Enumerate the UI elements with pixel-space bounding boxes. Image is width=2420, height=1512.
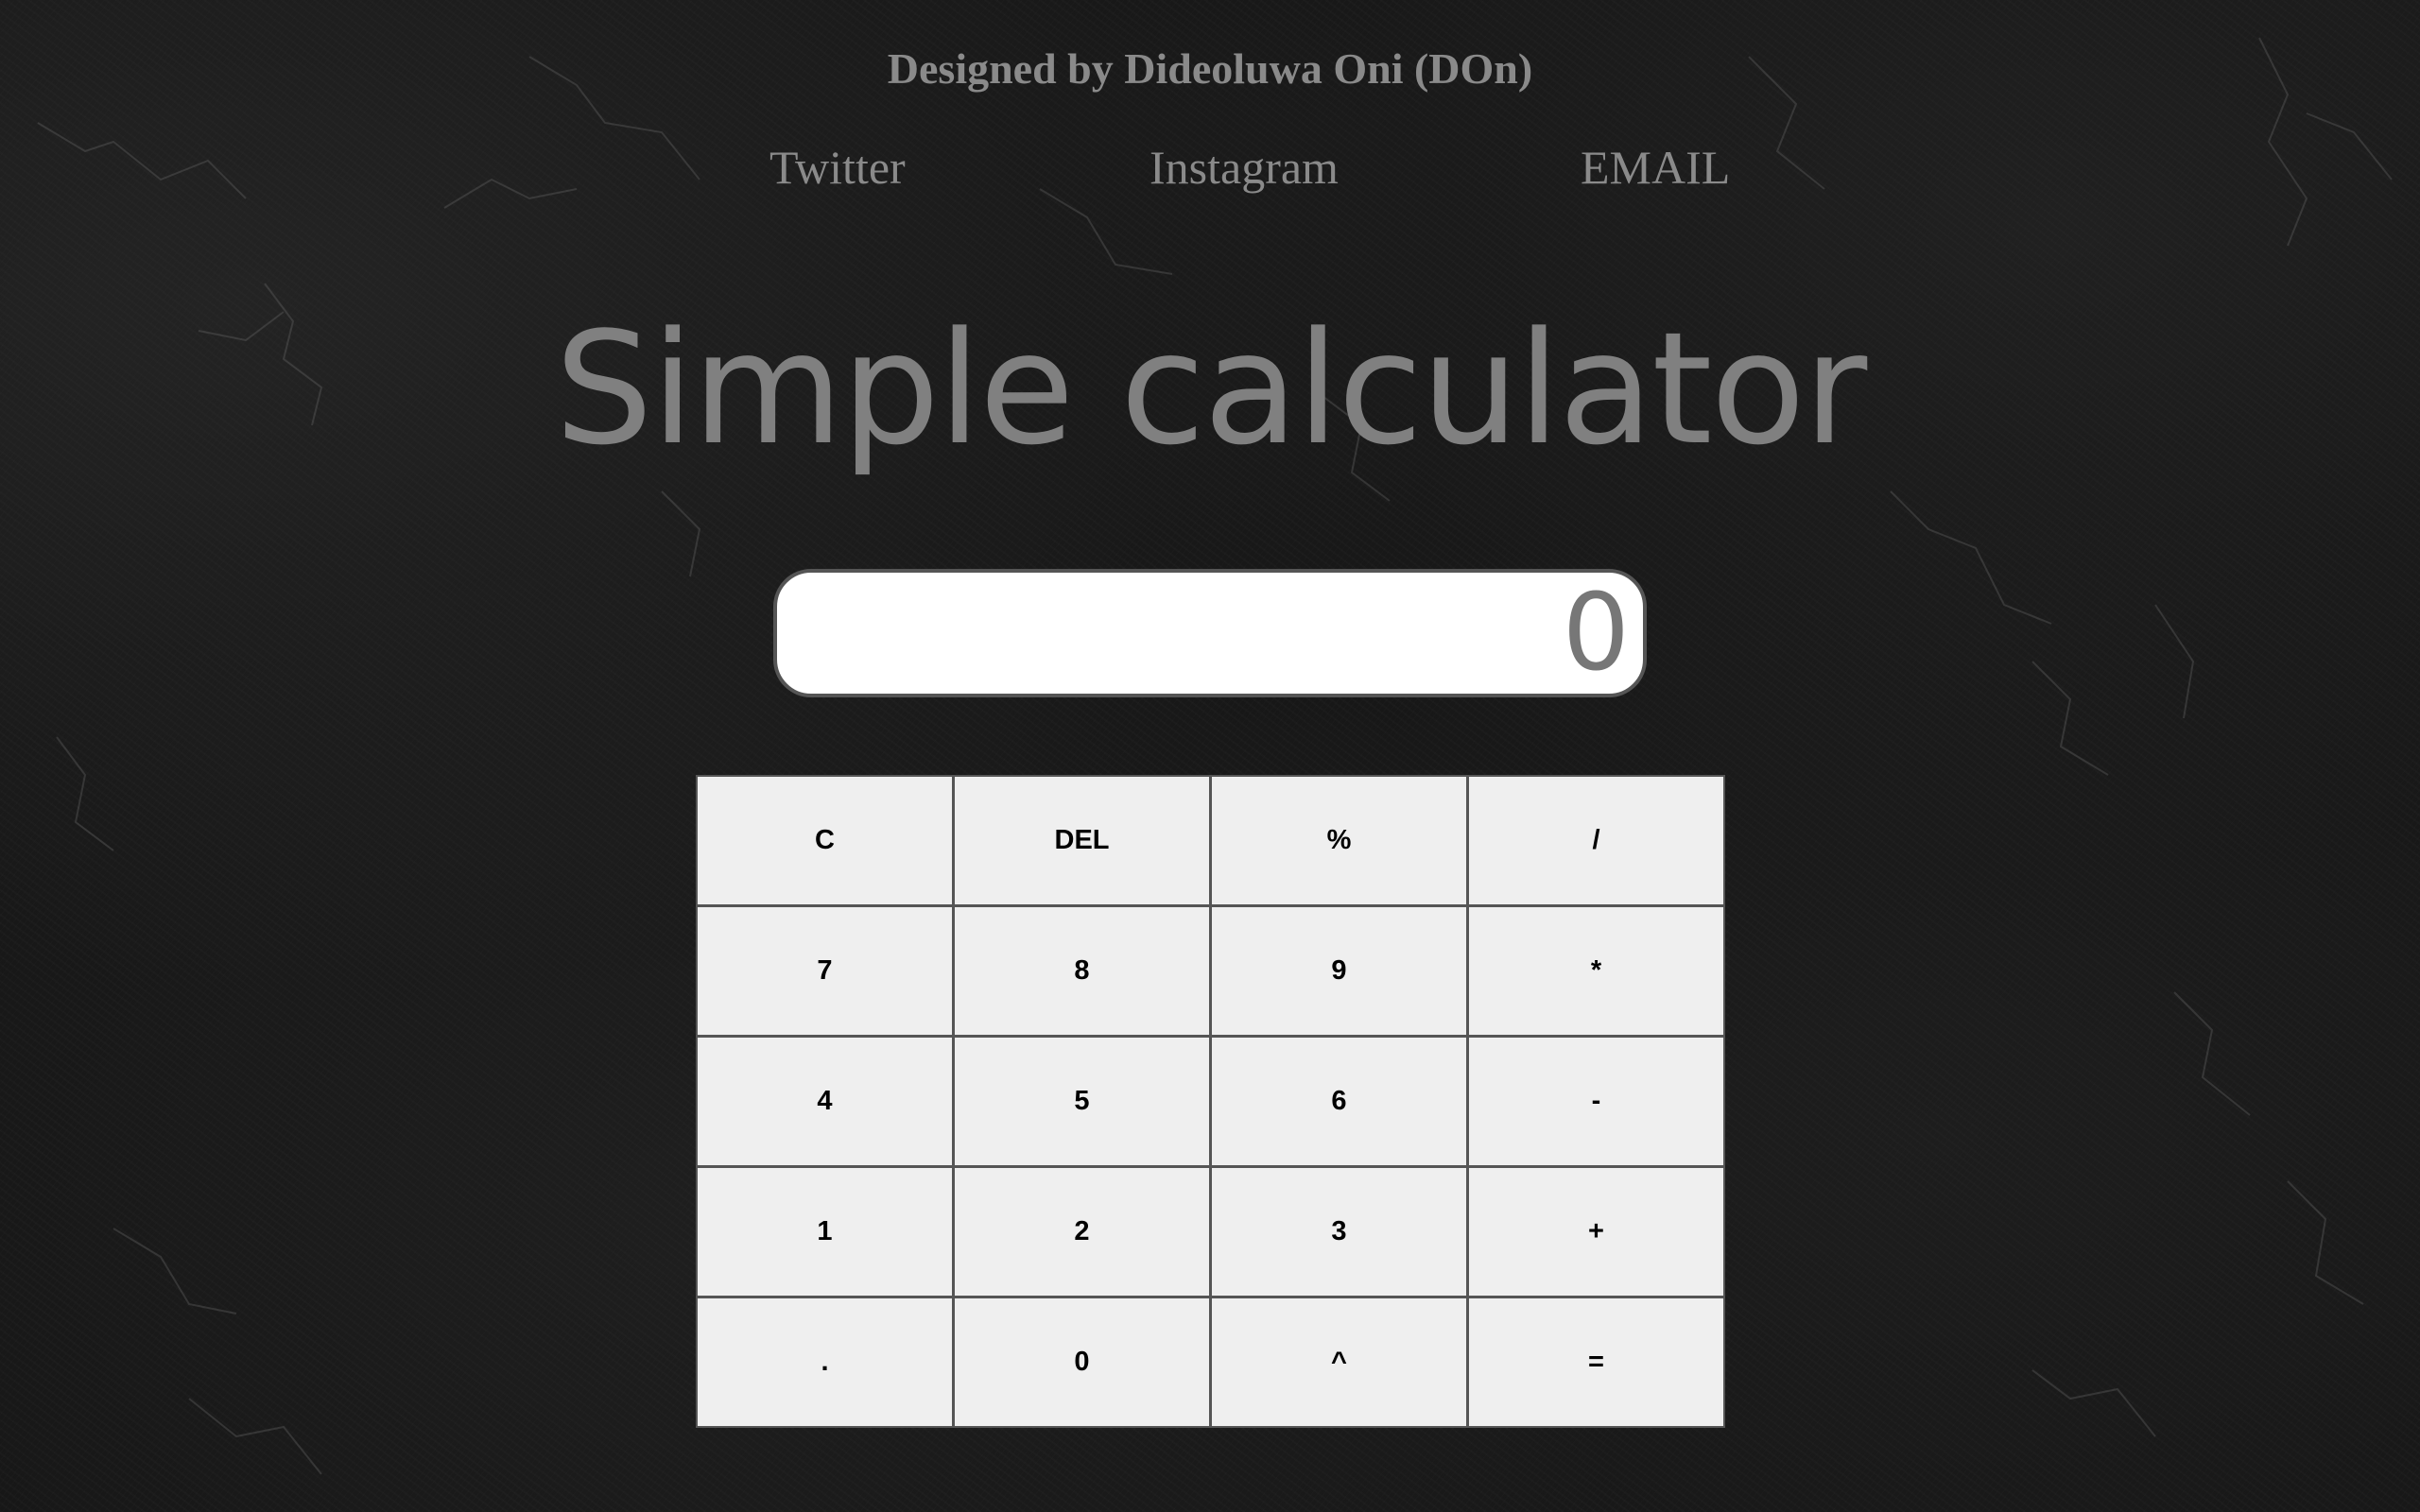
calculator-keypad: C DEL % / 7 8 9 * 4 5 6 - 1 2 3 + . 0 ^ … [696,775,1725,1428]
digit-1-button[interactable]: 1 [696,1166,954,1297]
digit-0-button[interactable]: 0 [953,1297,1211,1428]
digit-4-button[interactable]: 4 [696,1036,954,1167]
digit-9-button[interactable]: 9 [1210,905,1468,1037]
power-button[interactable]: ^ [1210,1297,1468,1428]
social-links: Twitter Instagram EMAIL [0,140,2420,197]
digit-3-button[interactable]: 3 [1210,1166,1468,1297]
multiply-button[interactable]: * [1467,905,1725,1037]
email-link[interactable]: EMAIL [1581,140,1730,195]
decimal-button[interactable]: . [696,1297,954,1428]
digit-5-button[interactable]: 5 [953,1036,1211,1167]
equals-button[interactable]: = [1467,1297,1725,1428]
digit-7-button[interactable]: 7 [696,905,954,1037]
clear-button[interactable]: C [696,775,954,906]
page-title: Simple calculator [554,299,1868,479]
twitter-link[interactable]: Twitter [769,140,906,195]
digit-8-button[interactable]: 8 [953,905,1211,1037]
calculator-display: 0 [773,569,1647,697]
subtract-button[interactable]: - [1467,1036,1725,1167]
percent-button[interactable]: % [1210,775,1468,906]
digit-6-button[interactable]: 6 [1210,1036,1468,1167]
instagram-link[interactable]: Instagram [1150,140,1339,195]
add-button[interactable]: + [1467,1166,1725,1297]
digit-2-button[interactable]: 2 [953,1166,1211,1297]
delete-button[interactable]: DEL [953,775,1211,906]
divide-button[interactable]: / [1467,775,1725,906]
designer-credit: Designed by Dideoluwa Oni (DOn) [887,44,1533,93]
